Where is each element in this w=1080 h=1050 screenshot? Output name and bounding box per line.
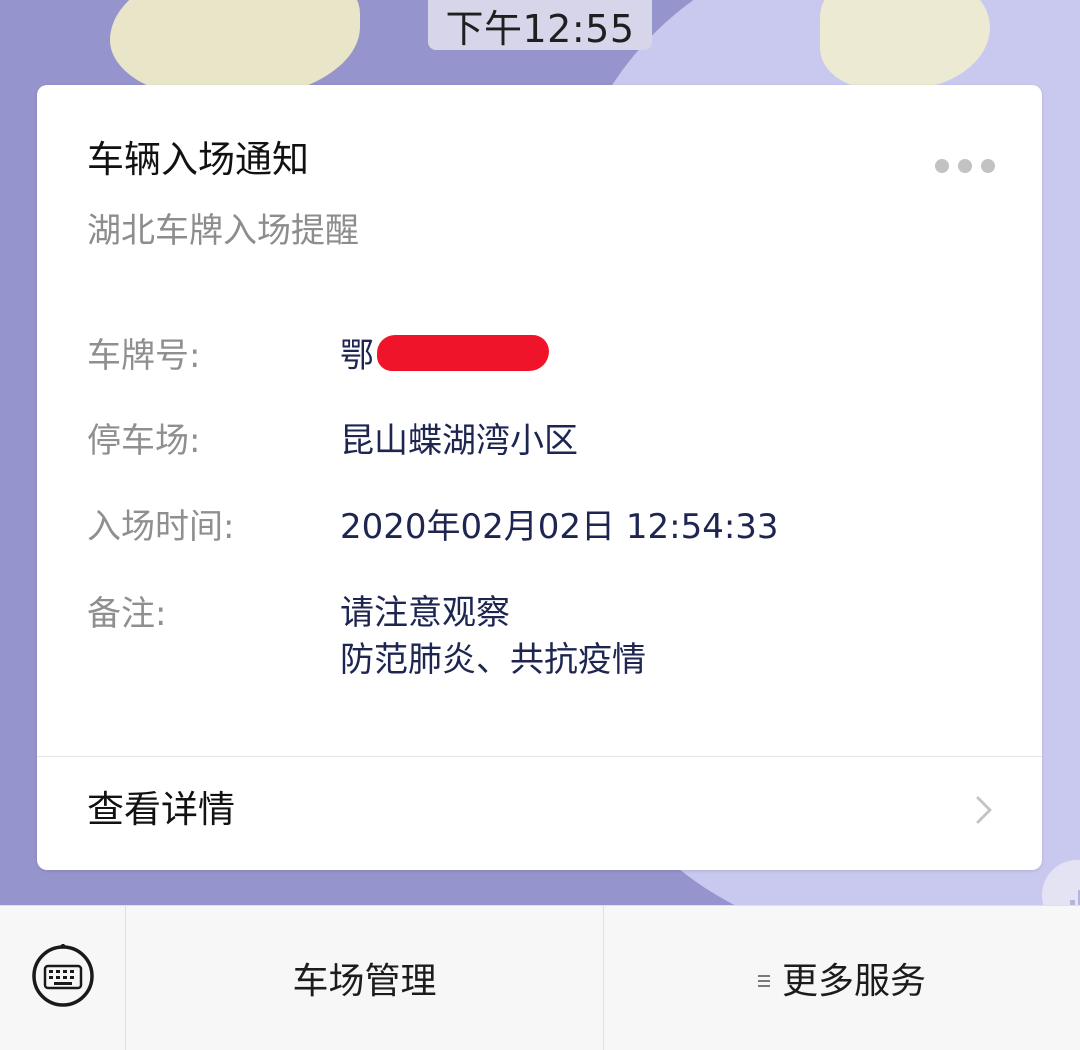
plate-label: 车牌号: — [87, 336, 201, 376]
entry-time-label: 入场时间: — [87, 507, 235, 547]
redaction-mark — [377, 335, 549, 371]
bottom-menu-bar: 车场管理 更多服务 — [0, 905, 1080, 1050]
menu-parking-management[interactable]: 车场管理 — [126, 906, 604, 1050]
parking-lot-value: 昆山蝶湖湾小区 — [340, 421, 578, 461]
remark-value: 请注意观察 防范肺炎、共抗疫情 — [340, 590, 646, 684]
chevron-right-icon — [976, 796, 992, 824]
menu-more-services[interactable]: 更多服务 — [604, 906, 1080, 1050]
keyboard-toggle-button[interactable] — [0, 906, 126, 1050]
submenu-list-icon — [757, 972, 772, 988]
plate-value: 鄂 — [340, 336, 374, 376]
keyboard-icon — [32, 944, 94, 1007]
view-details-button[interactable]: 查看详情 — [37, 757, 1042, 870]
entry-time-value: 2020年02月02日 12:54:33 — [340, 507, 779, 547]
more-dots-icon[interactable] — [935, 157, 995, 175]
card-title: 车辆入场通知 — [87, 138, 309, 181]
view-details-label: 查看详情 — [87, 788, 235, 831]
remark-label: 备注: — [87, 594, 167, 634]
vehicle-entry-notification-card[interactable]: 车辆入场通知 湖北车牌入场提醒 车牌号: 鄂 停车场: 昆山蝶湖湾小区 入场时间… — [37, 85, 1042, 870]
menu-parking-management-label: 车场管理 — [292, 961, 437, 1002]
chat-timestamp: 下午12:55 — [428, 0, 652, 51]
parking-lot-label: 停车场: — [87, 421, 201, 461]
remark-line: 请注意观察 — [340, 593, 510, 633]
menu-more-services-label: 更多服务 — [781, 961, 926, 1002]
remark-line: 防范肺炎、共抗疫情 — [340, 640, 646, 680]
card-subtitle: 湖北车牌入场提醒 — [87, 211, 359, 251]
